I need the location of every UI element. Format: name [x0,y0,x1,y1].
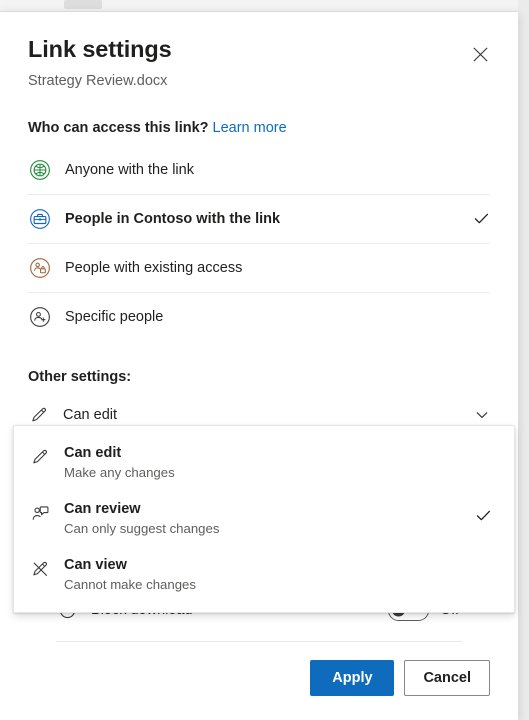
globe-icon [28,158,52,182]
access-option-existing-access[interactable]: People with existing access [28,243,490,292]
learn-more-link[interactable]: Learn more [213,120,287,136]
permission-option-title: Can review [64,501,141,517]
access-section-heading: Who can access this link? Learn more [28,118,490,138]
person-comment-icon [29,502,51,524]
permission-value: Can edit [63,407,118,423]
file-name-label: Strategy Review.docx [28,73,168,89]
permission-option-description: Cannot make changes [64,577,196,592]
permission-option-body: Can edit Make any changes [64,444,474,482]
access-option-label: Specific people [65,308,164,325]
check-icon-placeholder [474,562,492,580]
check-icon-placeholder [472,308,490,326]
permission-option-can-view[interactable]: Can view Cannot make changes [14,547,514,603]
check-icon [474,506,492,524]
dialog-header: Link settings Strategy Review.docx [0,12,518,91]
permission-option-title: Can edit [64,445,122,461]
permission-option-can-edit[interactable]: Can edit Make any changes [14,435,514,491]
parent-panel-partial-label [64,0,102,9]
access-options-list: Anyone with the link People in Contoso w… [0,145,518,341]
permission-dropdown-menu: Can edit Make any changes Can review Can… [13,425,515,613]
parent-panel-right-edge [518,0,529,720]
close-icon[interactable] [464,38,496,70]
people-lock-icon [28,256,52,280]
permission-option-description: Can only suggest changes [64,521,220,536]
check-icon-placeholder [474,450,492,468]
link-settings-dialog: Link settings Strategy Review.docx Who c… [0,12,518,720]
briefcase-icon [28,207,52,231]
other-settings-heading: Other settings: [28,369,132,385]
permission-option-body: Can review Can only suggest changes [64,500,474,538]
access-option-label: People in Contoso with the link [65,210,281,227]
access-option-anyone-with-link[interactable]: Anyone with the link [28,145,490,194]
check-icon-placeholder [472,161,490,179]
access-option-label: Anyone with the link [65,161,194,178]
pencil-icon [29,446,51,468]
access-option-specific-people[interactable]: Specific people [28,292,490,341]
pencil-off-icon [29,558,51,580]
access-heading-text: Who can access this link? [28,120,209,136]
dialog-footer: Apply Cancel [310,660,490,696]
page-title: Link settings [28,36,172,62]
chevron-down-icon[interactable] [474,407,490,423]
apply-button[interactable]: Apply [310,660,395,696]
permission-option-can-review[interactable]: Can review Can only suggest changes [14,491,514,547]
access-option-label: People with existing access [65,259,243,276]
permission-option-description: Make any changes [64,465,175,480]
check-icon-placeholder [472,259,490,277]
check-icon [472,210,490,228]
cancel-button[interactable]: Cancel [404,660,490,696]
permission-option-body: Can view Cannot make changes [64,556,474,594]
access-option-people-in-contoso[interactable]: People in Contoso with the link [28,194,490,243]
people-add-icon [28,305,52,329]
permission-option-title: Can view [64,557,127,573]
pencil-icon [28,404,50,426]
